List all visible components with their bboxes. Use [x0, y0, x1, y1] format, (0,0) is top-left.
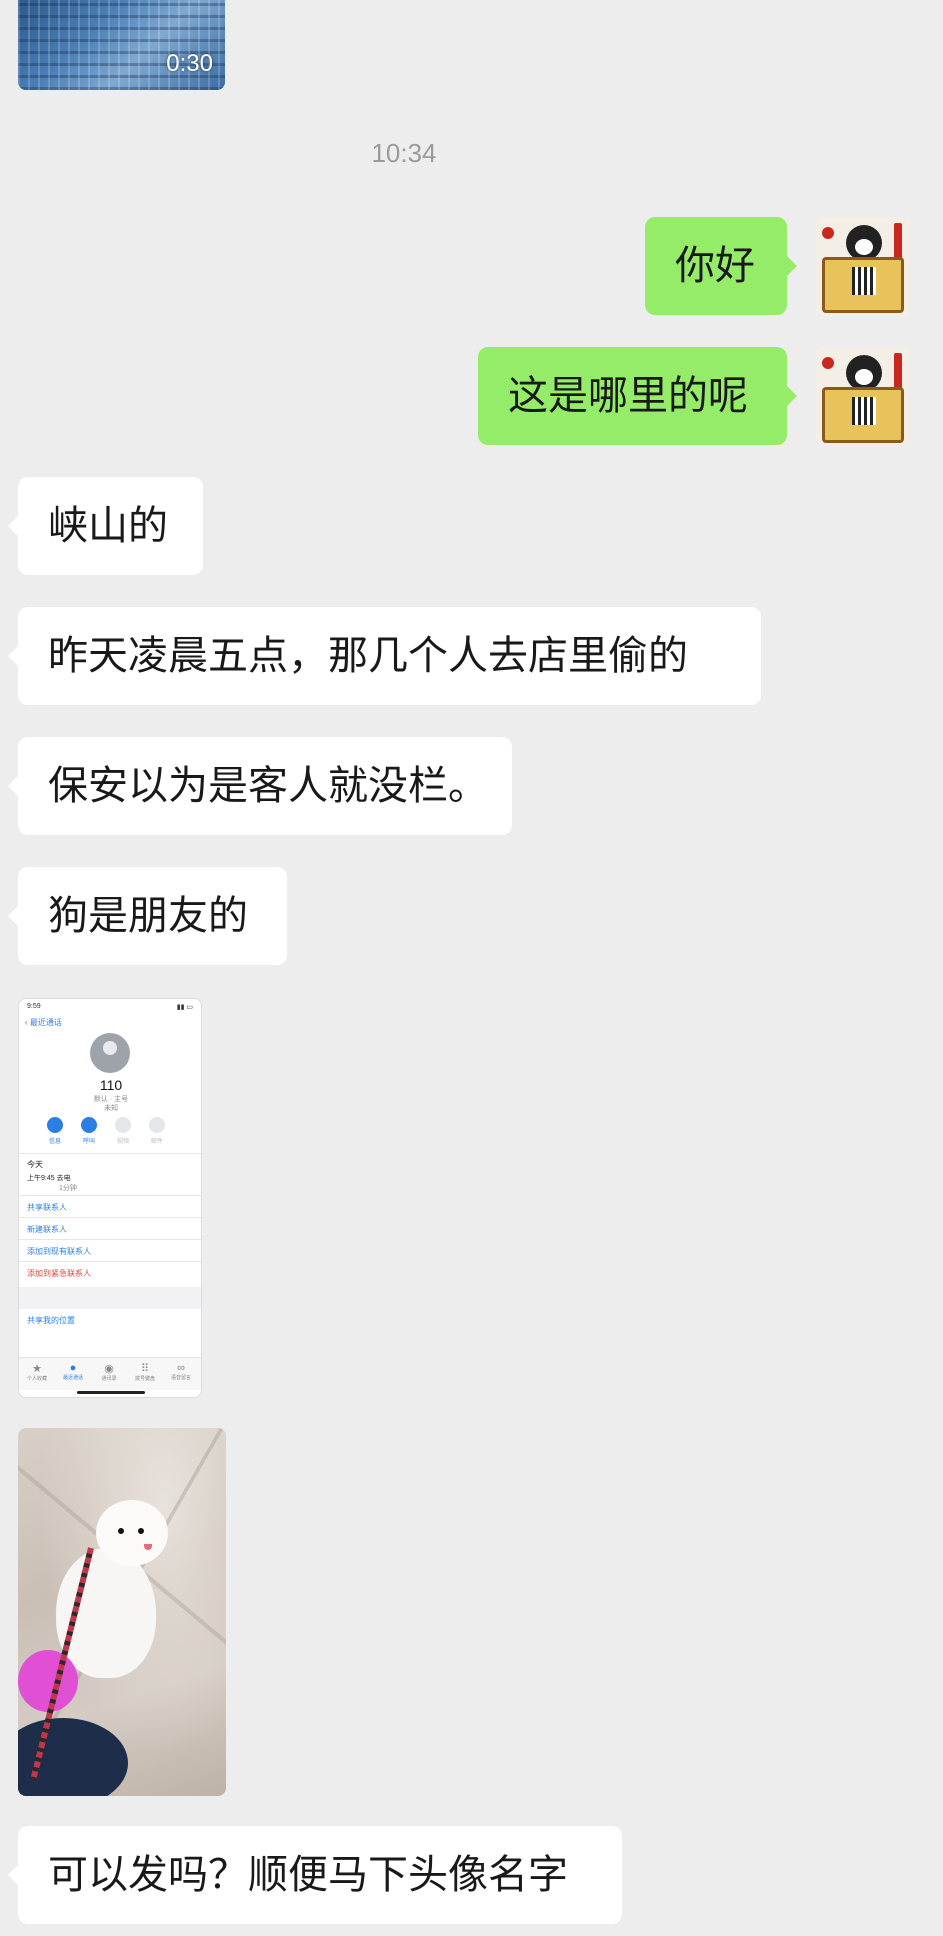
message-text: 保安以为是客人就没栏。: [48, 763, 488, 809]
add-existing-contact-link: 添加到现有联系人: [27, 1247, 91, 1256]
add-emergency-contact-link: 添加到紧急联系人: [27, 1269, 91, 1278]
video-duration: 0:30: [166, 50, 213, 77]
image-message-dog-photo[interactable]: [18, 1428, 226, 1796]
call-entry: 上午9:45 去电: [27, 1175, 71, 1182]
section-gap: [19, 1287, 201, 1309]
call-action: 呼叫: [75, 1117, 103, 1145]
message-bubble-out[interactable]: 你好: [645, 217, 797, 315]
banner-icon: [894, 353, 902, 389]
tab-keypad: ⠿ 拨号键盘: [131, 1362, 159, 1382]
section-today: 今天: [27, 1160, 43, 1169]
action-label: 信息: [48, 1139, 61, 1145]
tab-voicemail: ∞ 语音留言: [167, 1362, 195, 1381]
qr-code-icon: [852, 397, 876, 425]
avatar[interactable]: [816, 347, 910, 445]
avatar[interactable]: [816, 217, 910, 315]
voicemail-icon: ∞: [177, 1362, 185, 1374]
message-bubble-in[interactable]: 昨天凌晨五点，那几个人去店里偷的: [8, 607, 761, 705]
video-action: 视频: [109, 1117, 137, 1145]
signal-battery-icon: ▮▮ ▭: [176, 1004, 193, 1011]
new-contact-link: 新建联系人: [27, 1225, 67, 1234]
cat-icon: [846, 225, 882, 261]
action-label: 邮件: [150, 1139, 163, 1145]
action-label: 视频: [116, 1139, 129, 1145]
tab-contacts: ◉ 通讯录: [95, 1362, 123, 1382]
mail-icon: [149, 1117, 165, 1133]
contact-subtitle-2: 未知: [104, 1105, 118, 1112]
message-bubble-in[interactable]: 峡山的: [8, 477, 203, 575]
divider: [19, 1195, 201, 1196]
dyed-tail: [18, 1650, 78, 1712]
seal-icon: [822, 227, 834, 239]
cat-icon: [846, 355, 882, 391]
message-text: 昨天凌晨五点，那几个人去店里偷的: [48, 633, 688, 679]
share-contact-link: 共享联系人: [27, 1203, 67, 1212]
qr-code-icon: [852, 267, 876, 295]
action-label: 呼叫: [82, 1139, 95, 1145]
tab-label: 个人收藏: [26, 1376, 47, 1382]
message-bubble-in[interactable]: 可以发吗？顺便马下头像名字: [8, 1826, 622, 1924]
message-text: 可以发吗？顺便马下头像名字: [48, 1852, 568, 1898]
tab-label: 通讯录: [101, 1376, 117, 1382]
star-icon: ★: [32, 1363, 42, 1375]
clock-icon: ●: [69, 1362, 77, 1374]
message-bubble-in[interactable]: 狗是朋友的: [8, 867, 287, 965]
dog-eye: [118, 1528, 124, 1534]
mail-action: 邮件: [143, 1117, 171, 1145]
tab-label: 语音留言: [170, 1375, 191, 1381]
message-action: 信息: [41, 1117, 69, 1145]
divider: [19, 1239, 201, 1240]
message-text: 峡山的: [48, 503, 168, 549]
status-time: 9:59: [27, 1003, 41, 1010]
tab-favorites: ★ 个人收藏: [23, 1362, 51, 1382]
contact-number: 110: [99, 1077, 123, 1093]
divider: [19, 1217, 201, 1218]
message-text: 狗是朋友的: [48, 893, 248, 939]
call-duration: 1分钟: [59, 1185, 77, 1192]
phone-icon: [81, 1117, 97, 1133]
dog-eye: [138, 1528, 144, 1534]
chat-timestamp: 10:34: [371, 138, 437, 168]
message-bubble-out[interactable]: 这是哪里的呢: [478, 347, 797, 445]
contact-actions: 信息 呼叫 视频 邮件: [41, 1117, 181, 1147]
seal-icon: [822, 357, 834, 369]
tab-label: 最近通话: [62, 1375, 83, 1381]
message-bubble-in[interactable]: 保安以为是客人就没栏。: [8, 737, 512, 835]
keypad-icon: ⠿: [140, 1363, 150, 1375]
video-icon: [115, 1117, 131, 1133]
back-label: 最近通话: [29, 1018, 62, 1027]
message-text: 这是哪里的呢: [508, 373, 748, 419]
home-indicator: [77, 1391, 145, 1394]
banner-icon: [894, 223, 902, 259]
tab-bar: ★ 个人收藏 ● 最近通话 ◉ 通讯录 ⠿ 拨号键盘 ∞ 语音留言: [19, 1357, 201, 1390]
image-message-screenshot[interactable]: 9:59 ▮▮ ▭ ‹ 最近通话 110 默认 · 主号 未知 信息 呼叫 视频…: [18, 998, 202, 1398]
tab-recents: ● 最近通话: [59, 1362, 87, 1381]
divider: [19, 1153, 201, 1154]
message-text: 你好: [675, 243, 755, 289]
divider: [19, 1261, 201, 1262]
contact-avatar-icon: [90, 1033, 130, 1073]
person-icon: ◉: [104, 1363, 114, 1375]
video-message-thumbnail[interactable]: 0:30: [18, 0, 225, 90]
back-link: ‹ 最近通话: [25, 1018, 62, 1027]
share-location-link: 共享我的位置: [27, 1316, 75, 1325]
tab-label: 拨号键盘: [134, 1376, 155, 1382]
dog-head: [96, 1500, 168, 1566]
message-icon: [47, 1117, 63, 1133]
